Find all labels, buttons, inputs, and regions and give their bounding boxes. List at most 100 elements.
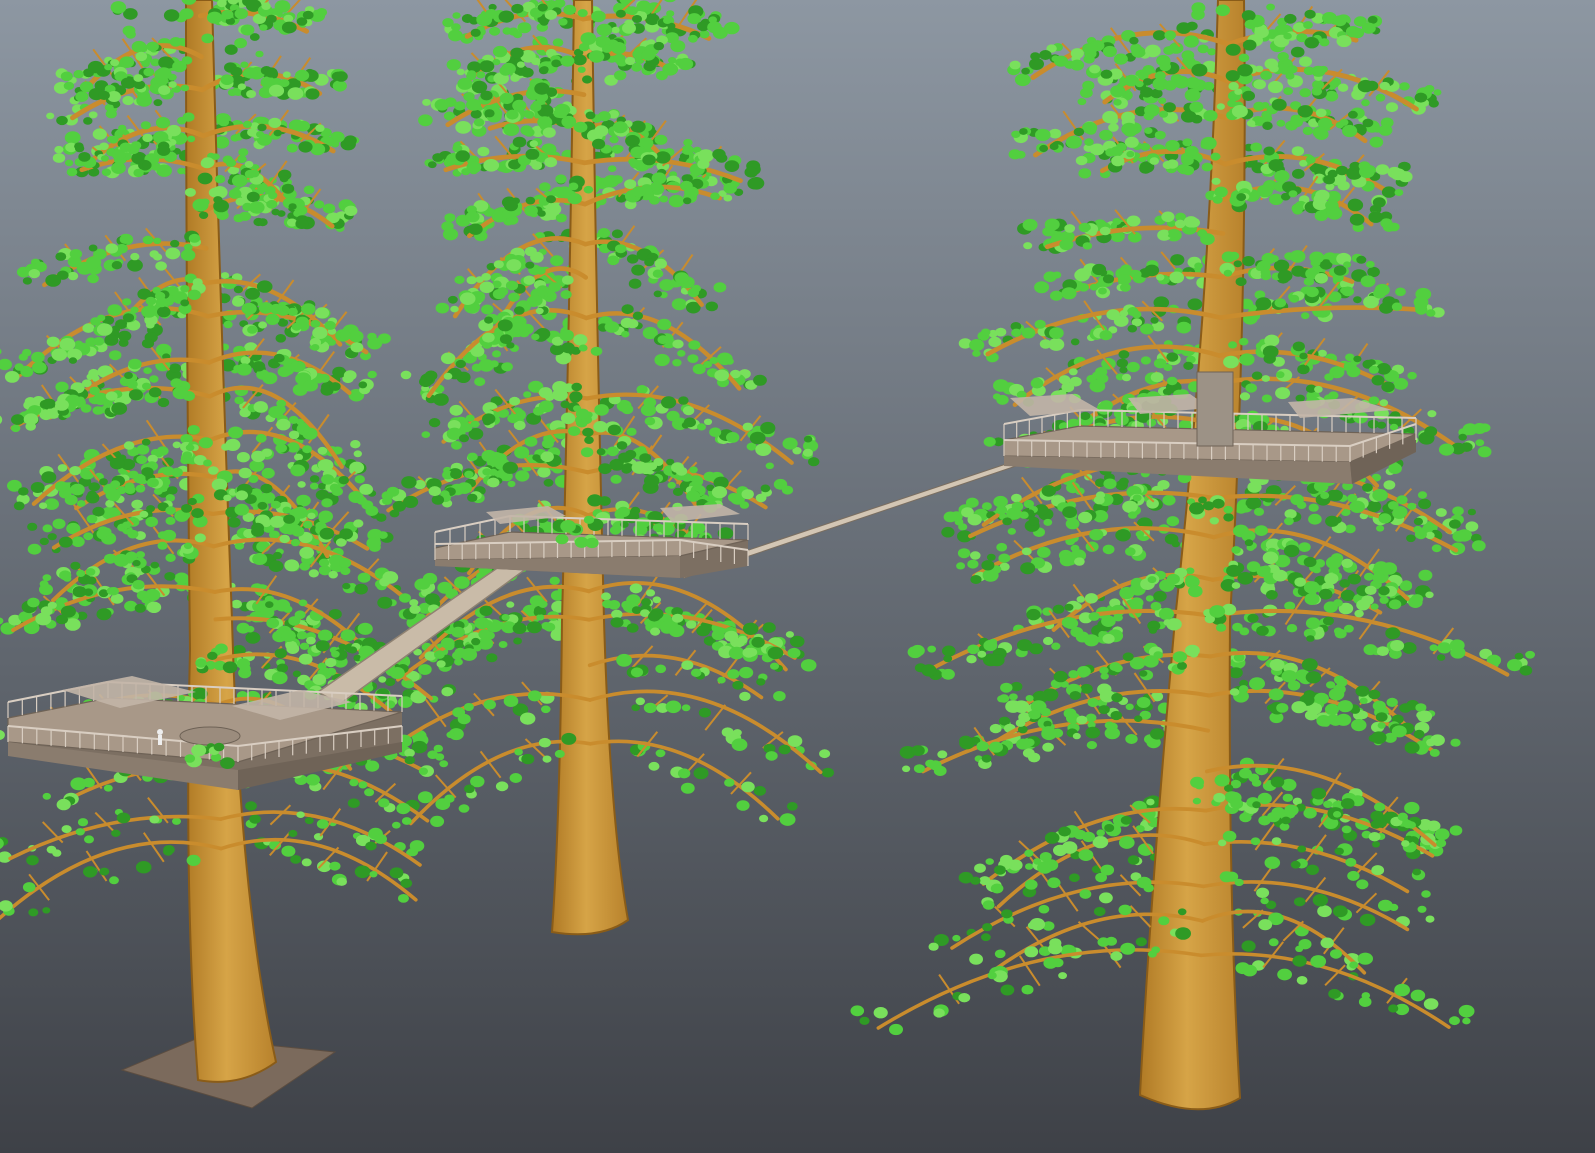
leaf bbox=[1052, 271, 1062, 279]
leaf bbox=[1283, 87, 1294, 95]
leaf bbox=[995, 327, 1007, 337]
leaf bbox=[507, 413, 519, 424]
leaf bbox=[46, 112, 55, 120]
leaf bbox=[612, 121, 628, 134]
leaf bbox=[344, 135, 357, 146]
leaf bbox=[314, 200, 325, 209]
leaf bbox=[479, 281, 495, 294]
leaf bbox=[1235, 277, 1247, 287]
leaf bbox=[1361, 99, 1370, 107]
leaf bbox=[1395, 287, 1406, 297]
leaf bbox=[246, 191, 260, 203]
leaf bbox=[418, 664, 432, 675]
leaf bbox=[430, 815, 445, 828]
leaf bbox=[471, 637, 481, 646]
leaf bbox=[158, 85, 171, 96]
leaf bbox=[165, 506, 176, 515]
leaf bbox=[689, 466, 698, 474]
leaf bbox=[499, 65, 512, 76]
3d-viewport[interactable] bbox=[0, 0, 1595, 1153]
leaf bbox=[821, 767, 835, 778]
leaf bbox=[1242, 964, 1257, 977]
leaf bbox=[648, 611, 661, 622]
leaf bbox=[1099, 226, 1111, 236]
leaf bbox=[1108, 116, 1119, 125]
leaf bbox=[134, 603, 146, 613]
leaf bbox=[501, 362, 513, 372]
leaf bbox=[288, 430, 300, 440]
leaf bbox=[1336, 35, 1352, 48]
leaf bbox=[621, 600, 632, 610]
leaf bbox=[69, 466, 81, 476]
leaf bbox=[1379, 302, 1394, 314]
leaf bbox=[109, 876, 119, 885]
leaf bbox=[724, 21, 740, 35]
leaf bbox=[223, 494, 232, 502]
leaf bbox=[1514, 652, 1524, 660]
leaf bbox=[1271, 98, 1287, 111]
leaf bbox=[668, 194, 685, 208]
leaf bbox=[1284, 601, 1296, 611]
leaf bbox=[1044, 218, 1060, 231]
leaf bbox=[180, 285, 190, 293]
leaf bbox=[1098, 287, 1107, 295]
leaf bbox=[699, 151, 713, 163]
leaf bbox=[279, 79, 290, 88]
scene-canvas[interactable] bbox=[0, 0, 1595, 1153]
leaf bbox=[611, 26, 620, 34]
leaf bbox=[644, 258, 655, 267]
leaf bbox=[616, 441, 628, 450]
leaf bbox=[271, 208, 280, 216]
leaf bbox=[1129, 36, 1139, 45]
leaf bbox=[1157, 480, 1170, 490]
leaf bbox=[153, 99, 163, 107]
leaf bbox=[710, 192, 720, 200]
leaf bbox=[544, 157, 558, 168]
leaf bbox=[329, 861, 341, 871]
leaf bbox=[264, 67, 278, 78]
leaf bbox=[1116, 358, 1129, 368]
leaf bbox=[164, 572, 176, 581]
leaf bbox=[585, 111, 596, 120]
leaf bbox=[1011, 328, 1022, 337]
leaf bbox=[109, 350, 122, 361]
leaf bbox=[1064, 603, 1074, 611]
leaf bbox=[340, 629, 356, 642]
leaf bbox=[464, 784, 475, 794]
leaf bbox=[544, 9, 558, 20]
leaf bbox=[292, 670, 301, 678]
leaf bbox=[521, 753, 535, 765]
leaf bbox=[1140, 356, 1151, 365]
leaf bbox=[111, 829, 121, 837]
leaf bbox=[1150, 372, 1164, 383]
leaf bbox=[39, 537, 49, 546]
leaf bbox=[305, 88, 320, 100]
leaf bbox=[180, 249, 196, 261]
leaf bbox=[234, 38, 248, 49]
leaf bbox=[105, 243, 119, 254]
leaf bbox=[55, 252, 67, 261]
leaf bbox=[187, 497, 197, 506]
leaf bbox=[99, 867, 110, 876]
leaf bbox=[1276, 119, 1286, 127]
leaf bbox=[1051, 642, 1061, 650]
leaf bbox=[538, 737, 551, 748]
leaf bbox=[318, 373, 330, 383]
leaf bbox=[265, 313, 280, 325]
leaf bbox=[1371, 375, 1385, 386]
leaf bbox=[275, 443, 288, 453]
leaf bbox=[82, 777, 95, 788]
leaf bbox=[524, 205, 538, 217]
leaf bbox=[161, 529, 177, 542]
leaf bbox=[1149, 157, 1160, 165]
leaf bbox=[87, 274, 99, 284]
leaf bbox=[789, 635, 805, 648]
leaf bbox=[172, 817, 181, 825]
leaf bbox=[759, 814, 769, 823]
leaf bbox=[27, 543, 42, 555]
leaf bbox=[400, 370, 412, 380]
leaf bbox=[654, 258, 667, 269]
leaf bbox=[1014, 73, 1031, 87]
leaf bbox=[542, 755, 552, 763]
leaf bbox=[541, 622, 552, 630]
